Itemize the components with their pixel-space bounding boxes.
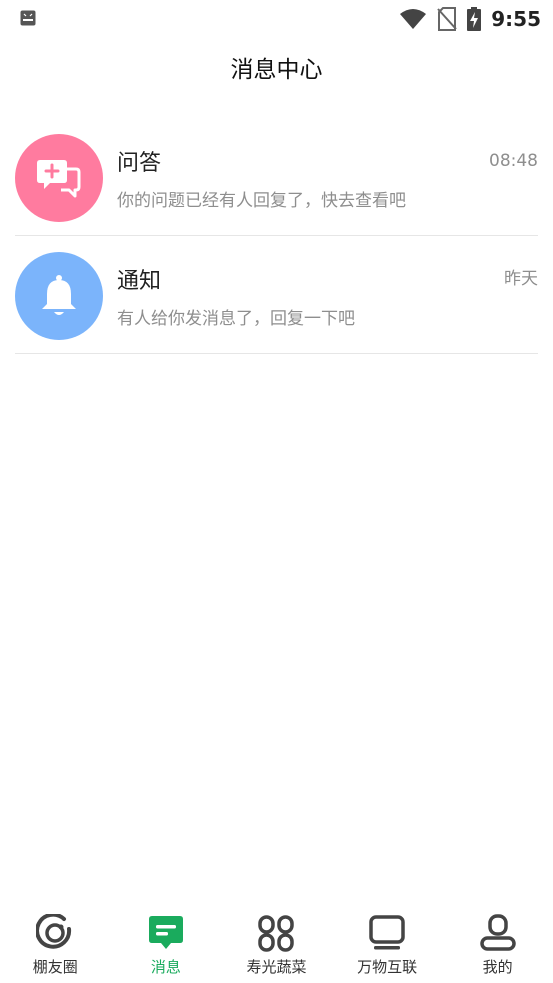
tab-messages[interactable]: 消息 — [111, 903, 222, 983]
monitor-icon — [367, 913, 407, 953]
notice-avatar — [15, 252, 103, 340]
message-title: 问答 — [117, 151, 162, 176]
profile-icon — [478, 913, 518, 953]
message-preview: 有人给你发消息了，回复一下吧 — [117, 309, 355, 329]
wifi-icon — [400, 9, 427, 29]
nav-label: 我的 — [482, 958, 513, 976]
no-sim-icon — [437, 7, 457, 31]
page-title: 消息中心 — [230, 57, 323, 83]
message-icon — [146, 913, 186, 953]
message-preview: 你的问题已经有人回复了，快去查看吧 — [117, 191, 406, 211]
battery-charging-icon — [467, 7, 482, 31]
message-list: 问答 你的问题已经有人回复了，快去查看吧 08:48 通知 有人给你发消息了，回… — [15, 118, 538, 354]
status-time: 9:55 — [491, 7, 541, 31]
circle-ring-icon — [35, 913, 75, 953]
tab-pengyouquan[interactable]: 棚友圈 — [0, 903, 111, 983]
qa-avatar — [15, 134, 103, 222]
message-item-qa[interactable]: 问答 你的问题已经有人回复了，快去查看吧 08:48 — [15, 118, 538, 236]
bottom-nav: 棚友圈 消息 寿光蔬菜 万物互联 我的 — [0, 903, 553, 983]
message-time: 昨天 — [504, 269, 538, 289]
grid-icon — [256, 913, 296, 953]
message-time: 08:48 — [489, 151, 538, 171]
nav-label: 棚友圈 — [32, 958, 78, 976]
bell-icon — [42, 275, 76, 315]
nav-label: 万物互联 — [357, 958, 418, 976]
chat-plus-icon — [37, 160, 81, 198]
app-notification-icon — [20, 10, 36, 26]
nav-label: 消息 — [150, 958, 181, 976]
message-item-notice[interactable]: 通知 有人给你发消息了，回复一下吧 昨天 — [15, 236, 538, 354]
message-title: 通知 — [117, 269, 162, 294]
tab-shouguang-vegetables[interactable]: 寿光蔬菜 — [221, 903, 332, 983]
tab-iot[interactable]: 万物互联 — [332, 903, 443, 983]
nav-label: 寿光蔬菜 — [246, 958, 307, 976]
status-bar: 9:55 — [0, 0, 553, 38]
tab-profile[interactable]: 我的 — [442, 903, 553, 983]
